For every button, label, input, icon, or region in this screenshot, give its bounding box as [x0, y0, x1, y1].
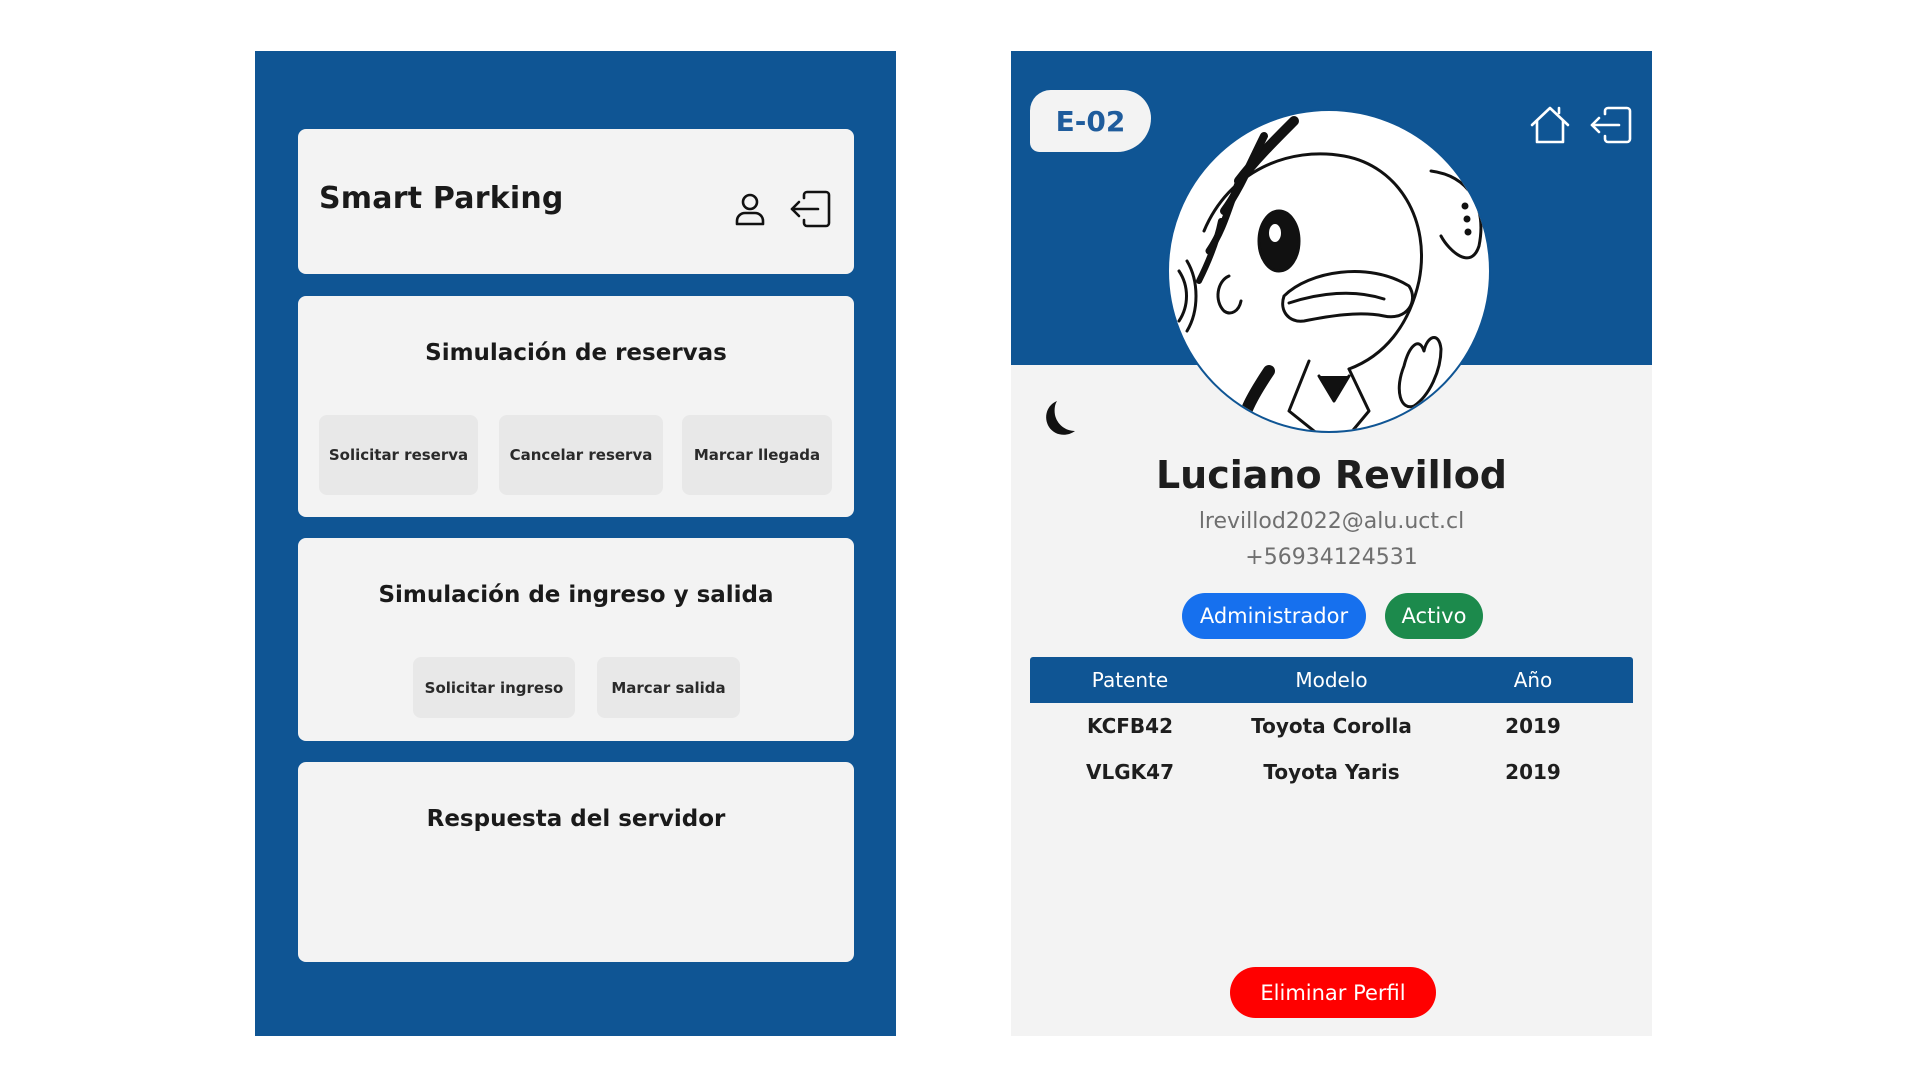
delete-profile-button[interactable]: Eliminar Perfil [1230, 967, 1436, 1018]
mark-exit-button[interactable]: Marcar salida [597, 657, 740, 718]
reservation-simulation-card: Simulación de reservas Solicitar reserva… [298, 296, 854, 517]
table-header-row: Patente Modelo Año [1030, 657, 1633, 703]
moon-icon[interactable] [1037, 397, 1079, 439]
home-icon[interactable] [1528, 103, 1572, 147]
table-row: KCFB42 Toyota Corolla 2019 [1030, 703, 1633, 749]
model-cell: Toyota Yaris [1263, 760, 1400, 784]
mark-arrival-button[interactable]: Marcar llegada [682, 415, 832, 495]
plate-cell: KCFB42 [1086, 714, 1173, 738]
cancel-reservation-button[interactable]: Cancelar reserva [499, 415, 663, 495]
column-header-plate: Patente [1030, 657, 1230, 703]
role-badge: Administrador [1182, 593, 1366, 639]
parking-space-tag: E-02 [1030, 90, 1151, 152]
column-header-model: Modelo [1230, 657, 1433, 703]
profile-panel: E-02 Luciano Revillod lrevillod2022@alu.… [1011, 51, 1652, 1036]
request-entry-button[interactable]: Solicitar ingreso [413, 657, 575, 718]
entry-exit-simulation-title: Simulación de ingreso y salida [378, 582, 774, 608]
server-response-title: Respuesta del servidor [426, 806, 726, 832]
profile-name: Luciano Revillod [1155, 453, 1508, 497]
model-cell: Toyota Corolla [1251, 714, 1412, 738]
table-row: VLGK47 Toyota Yaris 2019 [1030, 749, 1633, 795]
reservation-simulation-title: Simulación de reservas [425, 340, 727, 366]
server-response-card: Respuesta del servidor [298, 762, 854, 962]
profile-phone: +56934124531 [1245, 545, 1418, 570]
user-icon[interactable] [730, 189, 770, 229]
request-reservation-button[interactable]: Solicitar reserva [319, 415, 478, 495]
app-title: Smart Parking [319, 181, 564, 216]
year-cell: 2019 [1505, 714, 1561, 738]
smart-parking-panel: Smart Parking Simulación de reservas Sol… [255, 51, 896, 1036]
profile-avatar [1167, 109, 1491, 433]
status-badge: Activo [1385, 593, 1483, 639]
logout-icon[interactable] [1588, 103, 1632, 147]
entry-exit-simulation-card: Simulación de ingreso y salida Solicitar… [298, 538, 854, 741]
year-cell: 2019 [1505, 760, 1561, 784]
profile-email: lrevillod2022@alu.uct.cl [1198, 509, 1465, 534]
column-header-year: Año [1433, 657, 1633, 703]
vehicles-table: Patente Modelo Año KCFB42 Toyota Corolla… [1030, 657, 1633, 795]
header-card: Smart Parking [298, 129, 854, 274]
logout-icon[interactable] [788, 189, 831, 229]
plate-cell: VLGK47 [1086, 760, 1174, 784]
